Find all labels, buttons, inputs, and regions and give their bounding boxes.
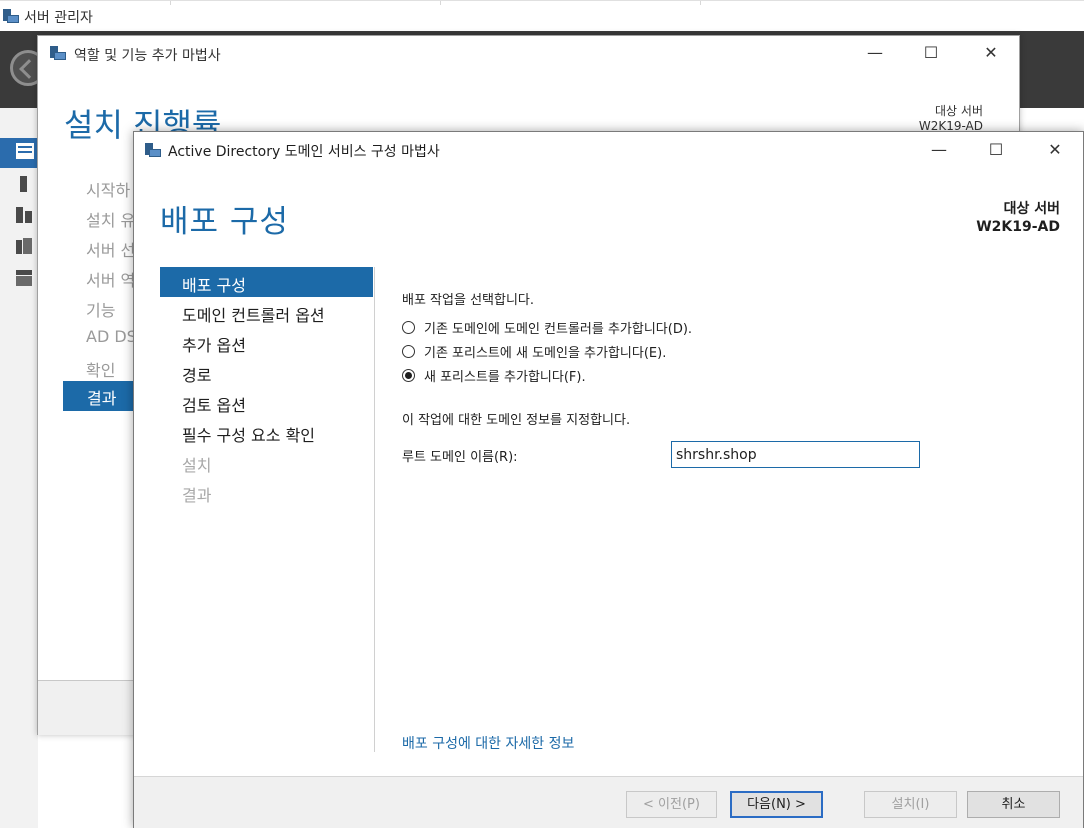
minimize-button[interactable]: — [916, 135, 962, 165]
nav-item-paths[interactable]: 경로 [182, 362, 211, 386]
nav-item-deployment-configuration-label: 배포 구성 [182, 276, 246, 295]
target-server-name: W2K19-AD [976, 219, 1060, 235]
install-button[interactable]: 설치(I) [864, 791, 957, 818]
nav-item-results: 결과 [182, 486, 212, 505]
radio-button-icon[interactable] [402, 320, 415, 334]
maximize-button[interactable]: ☐ [908, 38, 954, 68]
server-manager-titlebar: 서버 관리자 [0, 0, 1084, 31]
add-roles-wizard-footer [38, 680, 136, 735]
nav-item-installation: 설치 [182, 456, 212, 475]
radio-button-selected-icon[interactable] [402, 368, 415, 382]
wizard-footer: < 이전(P) 다음(N) > 설치(I) 취소 [134, 776, 1083, 828]
select-operation-label: 배포 작업을 선택합니다. [402, 293, 534, 308]
root-domain-label: 루트 도메인 이름(R): [402, 450, 518, 465]
server-manager-title: 서버 관리자 [24, 10, 93, 26]
nav-item-confirmation[interactable]: 확인 [86, 357, 115, 381]
radio-add-domain-existing-forest[interactable]: 기존 포리스트에 새 도메인을 추가합니다(E). [402, 342, 667, 361]
all-servers-icon[interactable] [16, 207, 34, 223]
adds-config-wizard-window: Active Directory 도메인 서비스 구성 마법사 — ☐ ✕ 배포… [133, 131, 1084, 828]
nav-item-results[interactable]: 결과 [63, 381, 135, 411]
nav-item-ad-ds[interactable]: AD DS [86, 327, 137, 346]
dashboard-icon[interactable] [16, 143, 34, 159]
radio-button-icon[interactable] [402, 344, 415, 358]
titlebar-divider [170, 1, 171, 5]
minimize-button[interactable]: — [852, 38, 898, 68]
adds-wizard-title: Active Directory 도메인 서비스 구성 마법사 [168, 144, 440, 160]
nav-item-dc-options[interactable]: 도메인 컨트롤러 옵션 [182, 302, 325, 326]
nav-item-review-options[interactable]: 검토 옵션 [182, 392, 246, 416]
server-manager-icon [2, 8, 20, 24]
add-roles-wizard-title: 역할 및 기능 추가 마법사 [74, 48, 221, 64]
nav-item-additional-options[interactable]: 추가 옵션 [182, 332, 246, 356]
target-server-label: 대상 서버 [935, 104, 983, 118]
titlebar-divider [440, 1, 441, 5]
previous-button[interactable]: < 이전(P) [626, 791, 717, 818]
radio-label: 기존 포리스트에 새 도메인을 추가합니다(E). [424, 345, 667, 361]
target-server-label: 대상 서버 [1003, 201, 1060, 217]
page-title: 배포 구성 [160, 204, 289, 240]
radio-label: 기존 도메인에 도메인 컨트롤러를 추가합니다(D). [424, 321, 693, 337]
radio-label: 새 포리스트를 추가합니다(F). [424, 369, 586, 385]
nav-item-server-roles[interactable]: 서버 역 [86, 267, 135, 291]
nav-item-server-selection[interactable]: 서버 선 [86, 237, 135, 261]
close-button[interactable]: ✕ [1032, 135, 1078, 165]
nav-divider [374, 267, 375, 752]
titlebar-divider [700, 1, 701, 5]
radio-add-new-forest[interactable]: 새 포리스트를 추가합니다(F). [402, 366, 586, 385]
nav-item-before-you-begin[interactable]: 시작하 [86, 177, 130, 201]
nav-item-installation-type[interactable]: 설치 유 [86, 207, 135, 231]
wizard-icon [49, 45, 67, 61]
nav-item-results-label: 결과 [87, 389, 117, 408]
root-domain-input[interactable] [671, 441, 920, 468]
domain-info-label: 이 작업에 대한 도메인 정보를 지정합니다. [402, 413, 631, 428]
more-info-link[interactable]: 배포 구성에 대한 자세한 정보 [402, 733, 574, 753]
nav-item-features[interactable]: 기능 [86, 297, 115, 321]
maximize-button[interactable]: ☐ [973, 135, 1019, 165]
cancel-button[interactable]: 취소 [967, 791, 1060, 818]
nav-item-prerequisites-check[interactable]: 필수 구성 요소 확인 [182, 422, 315, 446]
ad-ds-icon[interactable] [16, 238, 34, 254]
adds-wizard-icon [144, 142, 162, 158]
next-button[interactable]: 다음(N) > [730, 791, 823, 818]
close-button[interactable]: ✕ [968, 38, 1014, 68]
radio-add-dc-existing-domain[interactable]: 기존 도메인에 도메인 컨트롤러를 추가합니다(D). [402, 318, 693, 337]
file-services-icon[interactable] [16, 270, 34, 286]
local-server-icon[interactable] [20, 176, 38, 192]
